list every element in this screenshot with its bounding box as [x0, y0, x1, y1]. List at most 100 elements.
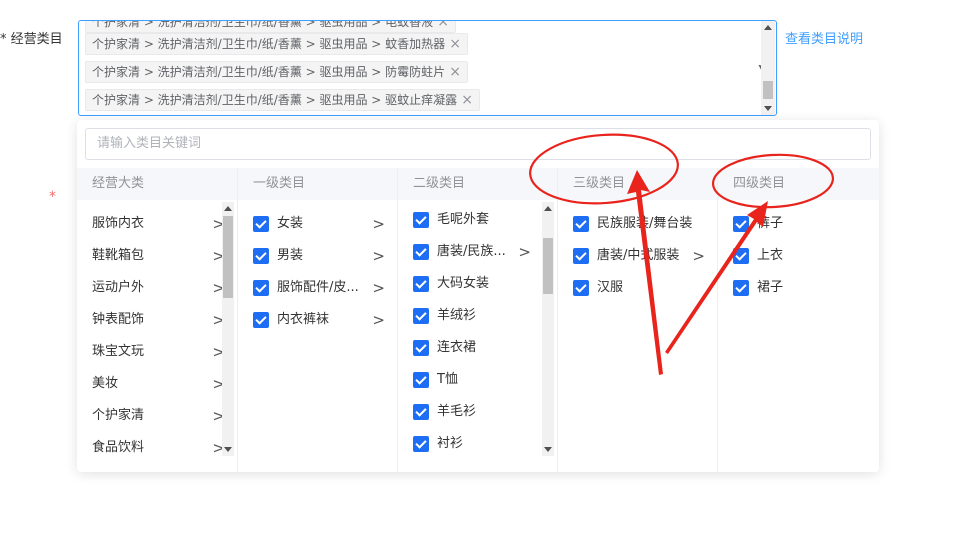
- close-icon[interactable]: ×: [449, 61, 461, 83]
- scroll-up-icon[interactable]: [544, 206, 552, 211]
- chevron-right-icon: >: [372, 311, 385, 329]
- list-item[interactable]: 民族服装/舞台装: [558, 212, 717, 236]
- scroll-up-icon[interactable]: [764, 25, 772, 30]
- checkbox[interactable]: [413, 244, 429, 260]
- chevron-right-icon: >: [692, 247, 705, 265]
- list-item[interactable]: 鞋靴箱包 >: [77, 244, 237, 268]
- list-item[interactable]: 唐装/中式服装 >: [558, 244, 717, 268]
- scroll-down-icon[interactable]: [544, 447, 552, 452]
- list-item[interactable]: 大码女装: [398, 272, 557, 296]
- list-item[interactable]: 上衣: [718, 244, 879, 268]
- list-item[interactable]: T恤: [398, 368, 557, 392]
- checkbox[interactable]: [733, 248, 749, 264]
- list-item[interactable]: 运动户外 >: [77, 276, 237, 300]
- list-item[interactable]: 衬衫: [398, 432, 557, 456]
- checkbox[interactable]: [573, 248, 589, 264]
- list-item[interactable]: 服饰内衣 >: [77, 212, 237, 236]
- checkbox[interactable]: [413, 276, 429, 292]
- category-search-input[interactable]: 请输入类目关键词: [85, 128, 871, 160]
- item-label: 钟表配饰: [92, 312, 145, 327]
- scrollbar-thumb[interactable]: [543, 238, 553, 294]
- item-label: 男装: [277, 248, 304, 263]
- close-icon[interactable]: ×: [449, 33, 461, 55]
- column-scrollbar[interactable]: [222, 202, 234, 456]
- checkbox[interactable]: [413, 436, 429, 452]
- close-icon[interactable]: ×: [437, 21, 449, 33]
- scroll-up-icon[interactable]: [224, 206, 232, 211]
- item-label: 毛呢外套: [437, 212, 490, 227]
- item-label: 羊毛衫: [437, 404, 477, 419]
- list-item[interactable]: 钟表配饰 >: [77, 308, 237, 332]
- checkbox[interactable]: [253, 216, 269, 232]
- list-item[interactable]: 服饰配件/皮... >: [238, 276, 397, 300]
- list-item[interactable]: 羊绒衫: [398, 304, 557, 328]
- list-item[interactable]: 连衣裙: [398, 336, 557, 360]
- tag-box-scrollbar[interactable]: [761, 21, 775, 115]
- chevron-right-icon: >: [518, 243, 531, 261]
- list-item[interactable]: 男装 >: [238, 244, 397, 268]
- list-item[interactable]: 毛呢外套: [398, 208, 557, 232]
- close-icon[interactable]: ×: [461, 89, 473, 111]
- column-header: 四级类目: [718, 168, 879, 200]
- selected-tag: 个护家清 > 洗护清洁剂/卫生巾/纸/香薰 > 驱虫用品 > 电蚊香液 ×: [85, 20, 456, 33]
- item-label: 食品饮料: [92, 440, 145, 455]
- item-label: 汉服: [597, 280, 624, 295]
- list-item[interactable]: 女装 >: [238, 212, 397, 236]
- category-cascader-panel: 请输入类目关键词 经营大类 服饰内衣 > 鞋靴箱包 > 运动户外 > 钟表配饰 > 珠宝…: [77, 120, 879, 472]
- checkbox[interactable]: [253, 248, 269, 264]
- item-label: 个护家清: [92, 408, 145, 423]
- scrollbar-thumb[interactable]: [223, 216, 233, 298]
- column-header: 二级类目: [398, 168, 557, 200]
- list-item[interactable]: 羊毛衫: [398, 400, 557, 424]
- checkbox[interactable]: [413, 372, 429, 388]
- checkbox[interactable]: [413, 404, 429, 420]
- column-header: 三级类目: [558, 168, 717, 200]
- list-item[interactable]: 美妆 >: [77, 372, 237, 396]
- item-label: 大码女装: [437, 276, 490, 291]
- list-item[interactable]: 内衣裤袜 >: [238, 308, 397, 332]
- list-item[interactable]: 珠宝文玩 >: [77, 340, 237, 364]
- chevron-right-icon: >: [372, 247, 385, 265]
- column-scrollbar[interactable]: [542, 202, 554, 456]
- required-marker: *: [49, 189, 56, 205]
- list-item[interactable]: 唐装/民族... >: [398, 240, 557, 264]
- item-label: 衬衫: [437, 436, 464, 451]
- scrollbar-thumb[interactable]: [763, 81, 773, 99]
- scroll-down-icon[interactable]: [764, 106, 772, 111]
- item-label: T恤: [437, 372, 458, 387]
- item-label: 民族服装/舞台装: [597, 216, 693, 231]
- item-label: 连衣裙: [437, 340, 477, 355]
- category-field-label: * 经营类目: [0, 32, 63, 47]
- category-help-link[interactable]: 查看类目说明: [785, 28, 863, 47]
- list-item[interactable]: 裤子: [718, 212, 879, 236]
- scroll-down-icon[interactable]: [224, 447, 232, 452]
- item-label: 鞋靴箱包: [92, 248, 145, 263]
- item-label: 珠宝文玩: [92, 344, 145, 359]
- item-label: 女装: [277, 216, 304, 231]
- item-label: 运动户外: [92, 280, 145, 295]
- checkbox[interactable]: [253, 312, 269, 328]
- checkbox[interactable]: [573, 216, 589, 232]
- list-item[interactable]: 食品饮料 >: [77, 436, 237, 460]
- checkbox[interactable]: [253, 280, 269, 296]
- column-level4: 四级类目 裤子 上衣 裙子: [718, 168, 879, 472]
- checkbox[interactable]: [733, 280, 749, 296]
- checkbox[interactable]: [413, 340, 429, 356]
- checkbox[interactable]: [413, 212, 429, 228]
- tag-label: 个护家清 > 洗护清洁剂/卫生巾/纸/香薰 > 驱虫用品 > 驱蚊止痒凝露: [92, 93, 458, 107]
- chevron-right-icon: >: [372, 279, 385, 297]
- tag-label: 个护家清 > 洗护清洁剂/卫生巾/纸/香薰 > 驱虫用品 > 防霉防蛀片: [92, 65, 446, 79]
- checkbox[interactable]: [413, 308, 429, 324]
- list-item[interactable]: 个护家清 >: [77, 404, 237, 428]
- tag-label: 个护家清 > 洗护清洁剂/卫生巾/纸/香薰 > 驱虫用品 > 电蚊香液: [92, 20, 434, 29]
- list-item[interactable]: 汉服: [558, 276, 717, 300]
- item-label: 裙子: [757, 280, 784, 295]
- checkbox[interactable]: [573, 280, 589, 296]
- selected-tag: 个护家清 > 洗护清洁剂/卫生巾/纸/香薰 > 驱虫用品 > 防霉防蛀片 ×: [85, 61, 468, 83]
- checkbox[interactable]: [733, 216, 749, 232]
- item-label: 服饰内衣: [92, 216, 145, 231]
- selected-categories-box[interactable]: 个护家清 > 洗护清洁剂/卫生巾/纸/香薰 > 驱虫用品 > 电蚊香液 × 个护…: [78, 20, 777, 116]
- column-level2: 二级类目 毛呢外套 唐装/民族... > 大码女装 羊绒衫 连衣裙 T恤 羊毛衫 …: [398, 168, 558, 472]
- list-item[interactable]: 裙子: [718, 276, 879, 300]
- selected-tag: 个护家清 > 洗护清洁剂/卫生巾/纸/香薰 > 驱虫用品 > 驱蚊止痒凝露 ×: [85, 89, 480, 111]
